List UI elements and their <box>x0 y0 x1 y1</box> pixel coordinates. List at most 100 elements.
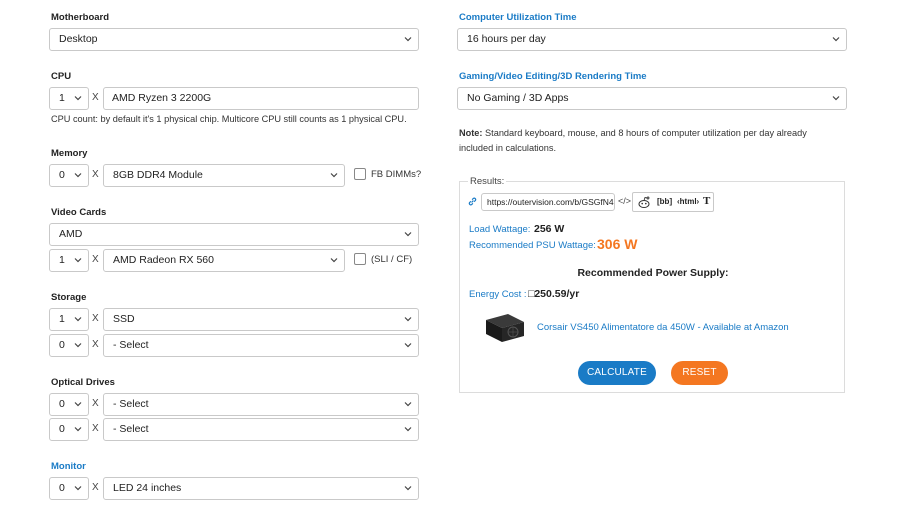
optical-type-value: - Select <box>113 398 149 410</box>
monitor-count-value: 0 <box>59 482 65 494</box>
gaming-value: No Gaming / 3D Apps <box>467 92 569 104</box>
optical-count-value: 0 <box>59 398 65 410</box>
chevron-down-icon <box>403 340 413 350</box>
sli-cf-checkbox[interactable] <box>354 253 366 265</box>
optical-type-select[interactable]: - Select <box>103 418 419 441</box>
link-icon[interactable] <box>467 196 478 210</box>
gaming-select[interactable]: No Gaming / 3D Apps <box>457 87 847 110</box>
chevron-down-icon <box>403 424 413 434</box>
chevron-down-icon <box>831 93 841 103</box>
video-cards-label: Video Cards <box>51 207 107 218</box>
video-count-select[interactable]: 1 <box>49 249 89 272</box>
text-icon[interactable]: T <box>703 195 710 207</box>
storage-type-select[interactable]: SSD <box>103 308 419 331</box>
energy-cost-label: Energy Cost : <box>469 289 527 300</box>
chevron-down-icon <box>403 34 413 44</box>
storage-label: Storage <box>51 292 87 303</box>
memory-module-select[interactable]: 8GB DDR4 Module <box>103 164 345 187</box>
chevron-down-icon <box>73 255 83 265</box>
load-wattage-value: 256 W <box>534 223 565 235</box>
chevron-down-icon <box>403 483 413 493</box>
bbcode-icon[interactable]: [bb] <box>657 197 672 206</box>
multiply-sign: X <box>92 339 99 350</box>
reset-button[interactable]: RESET <box>671 361 728 385</box>
psu-wattage-label: Recommended PSU Wattage: <box>469 240 596 251</box>
motherboard-select[interactable]: Desktop <box>49 28 419 51</box>
chevron-down-icon <box>73 399 83 409</box>
product-link[interactable]: Corsair VS450 Alimentatore da 450W - Ava… <box>537 322 789 333</box>
multiply-sign: X <box>92 254 99 265</box>
share-toolbar: [bb] ‹html› T <box>632 192 714 212</box>
calculate-button[interactable]: CALCULATE <box>578 361 656 385</box>
energy-cost-value: □250.59/yr <box>528 288 580 300</box>
multiply-sign: X <box>92 169 99 180</box>
multiply-sign: X <box>92 313 99 324</box>
storage-count-value: 0 <box>59 339 65 351</box>
video-model-select[interactable]: AMD Radeon RX 560 <box>103 249 345 272</box>
multiply-sign: X <box>92 398 99 409</box>
storage-type-select[interactable]: - Select <box>103 334 419 357</box>
memory-count-select[interactable]: 0 <box>49 164 89 187</box>
chevron-down-icon <box>329 255 339 265</box>
chevron-down-icon <box>73 424 83 434</box>
multiply-sign: X <box>92 423 99 434</box>
video-model-value: AMD Radeon RX 560 <box>113 254 214 266</box>
chevron-down-icon <box>73 170 83 180</box>
cpu-count-select[interactable]: 1 <box>49 87 89 110</box>
motherboard-value: Desktop <box>59 33 98 45</box>
optical-count-select[interactable]: 0 <box>49 418 89 441</box>
video-brand-select[interactable]: AMD <box>49 223 419 246</box>
video-count-value: 1 <box>59 254 65 266</box>
monitor-label: Monitor <box>51 461 86 472</box>
storage-count-value: 1 <box>59 313 65 325</box>
memory-module-value: 8GB DDR4 Module <box>113 169 203 181</box>
results-panel: Results: https://outervision.com/b/GSGfN… <box>459 176 845 393</box>
monitor-count-select[interactable]: 0 <box>49 477 89 500</box>
fb-dimms-checkbox[interactable] <box>354 168 366 180</box>
chevron-down-icon <box>73 314 83 324</box>
recommended-supply-heading: Recommended Power Supply: <box>577 267 729 279</box>
chevron-down-icon <box>403 314 413 324</box>
chevron-down-icon <box>73 93 83 103</box>
sli-cf-label: (SLI / CF) <box>371 254 413 265</box>
storage-count-select[interactable]: 1 <box>49 308 89 331</box>
optical-count-value: 0 <box>59 423 65 435</box>
storage-type-value: SSD <box>113 313 135 325</box>
multiply-sign: X <box>92 482 99 493</box>
multiply-sign: X <box>92 92 99 103</box>
note-text: Standard keyboard, mouse, and 8 hours of… <box>459 128 807 153</box>
optical-type-select[interactable]: - Select <box>103 393 419 416</box>
cpu-label: CPU <box>51 71 72 82</box>
cpu-model-input[interactable]: AMD Ryzen 3 2200G <box>103 87 419 110</box>
share-url-input[interactable]: https://outervision.com/b/GSGfN4 <box>481 193 615 211</box>
utilization-label: Computer Utilization Time <box>459 12 577 23</box>
cpu-note: CPU count: by default it's 1 physical ch… <box>51 114 407 124</box>
chevron-down-icon <box>831 34 841 44</box>
memory-label: Memory <box>51 148 88 159</box>
optical-count-select[interactable]: 0 <box>49 393 89 416</box>
power-supply-image[interactable] <box>482 310 528 347</box>
optical-drives-label: Optical Drives <box>51 377 115 388</box>
gaming-label: Gaming/Video Editing/3D Rendering Time <box>459 71 647 82</box>
utilization-select[interactable]: 16 hours per day <box>457 28 847 51</box>
chevron-down-icon <box>73 340 83 350</box>
results-title: Results: <box>468 176 507 187</box>
cpu-count-value: 1 <box>59 92 65 104</box>
monitor-type-value: LED 24 inches <box>113 482 182 494</box>
video-brand-value: AMD <box>59 228 83 240</box>
storage-count-select[interactable]: 0 <box>49 334 89 357</box>
chevron-down-icon <box>403 399 413 409</box>
monitor-type-select[interactable]: LED 24 inches <box>103 477 419 500</box>
utilization-value: 16 hours per day <box>467 33 546 45</box>
html-code-icon[interactable]: ‹html› <box>677 197 699 206</box>
chevron-down-icon <box>73 483 83 493</box>
embed-code-icon[interactable]: </> <box>618 196 631 206</box>
fb-dimms-label: FB DIMMs? <box>371 169 422 180</box>
utilization-note: Note: Standard keyboard, mouse, and 8 ho… <box>459 126 839 156</box>
reddit-icon[interactable] <box>637 196 651 212</box>
memory-count-value: 0 <box>59 169 65 181</box>
load-wattage-label: Load Wattage: <box>469 224 531 235</box>
chevron-down-icon <box>403 229 413 239</box>
storage-type-value: - Select <box>113 339 149 351</box>
optical-type-value: - Select <box>113 423 149 435</box>
